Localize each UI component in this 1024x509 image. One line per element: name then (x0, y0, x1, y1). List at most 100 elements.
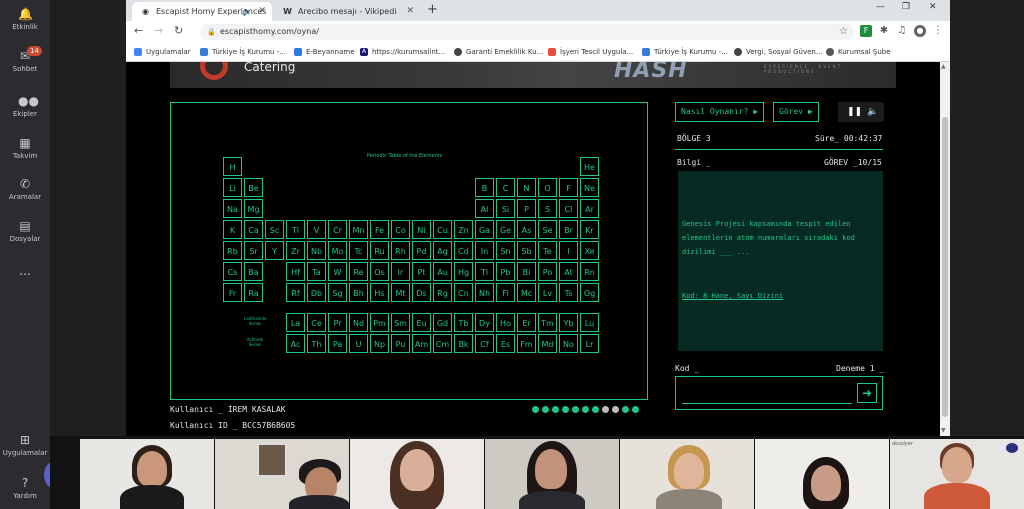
volume-icon[interactable]: 🔈 (867, 102, 878, 122)
bookmark-star-icon[interactable]: ☆ (839, 24, 848, 40)
address-bar[interactable]: 🔒 escapisthomy.com/oyna/ ☆ (200, 24, 854, 40)
mission-button[interactable]: Görev ▶ (773, 102, 819, 122)
element-ta[interactable]: Ta (307, 262, 326, 281)
new-tab-button[interactable]: + (427, 2, 438, 17)
element-cm[interactable]: Cm (433, 334, 452, 353)
element-nh[interactable]: Nh (475, 283, 494, 302)
video-tile[interactable] (215, 439, 349, 509)
element-md[interactable]: Md (538, 334, 557, 353)
element-ru[interactable]: Ru (370, 241, 389, 260)
element-te[interactable]: Te (538, 241, 557, 260)
bookmark-ebeyanname[interactable]: E-Beyanname (294, 46, 355, 58)
element-o[interactable]: O (538, 178, 557, 197)
extensions-puzzle-icon[interactable]: ✱ (878, 25, 890, 37)
bookmark-kurumsal-sube[interactable]: Kurumsal Şube (826, 46, 891, 58)
element-cd[interactable]: Cd (454, 241, 473, 260)
rail-item-help[interactable]: ? Yardım (0, 477, 50, 500)
element-si[interactable]: Si (496, 199, 515, 218)
speaker-icon[interactable]: 🔈 (242, 2, 252, 21)
rail-item-calls[interactable]: ✆ Aramalar (0, 178, 50, 201)
element-th[interactable]: Th (307, 334, 326, 353)
element-zr[interactable]: Zr (286, 241, 305, 260)
element-tl[interactable]: Tl (475, 262, 494, 281)
profile-icon[interactable]: ● (914, 25, 926, 37)
element-p[interactable]: P (517, 199, 536, 218)
element-eu[interactable]: Eu (412, 313, 431, 332)
element-lv[interactable]: Lv (538, 283, 557, 302)
element-la[interactable]: La (286, 313, 305, 332)
element-sc[interactable]: Sc (265, 220, 284, 239)
element-co[interactable]: Co (391, 220, 410, 239)
tab-wikipedia[interactable]: W Arecibo mesajı - Vikipedi ✕ (274, 2, 420, 21)
bookmark-iskur[interactable]: Türkiye İş Kurumu -... (200, 46, 286, 58)
rail-item-activity[interactable]: 🔔 Etkinlik (0, 8, 50, 31)
element-w[interactable]: W (328, 262, 347, 281)
element-np[interactable]: Np (370, 334, 389, 353)
element-db[interactable]: Db (307, 283, 326, 302)
code-input[interactable] (682, 403, 852, 404)
video-tile[interactable] (80, 439, 214, 509)
rail-item-chat[interactable]: ✉ 14 Sohbet (0, 46, 50, 73)
element-s[interactable]: S (538, 199, 557, 218)
element-cl[interactable]: Cl (559, 199, 578, 218)
element-am[interactable]: Am (412, 334, 431, 353)
element-u[interactable]: U (349, 334, 368, 353)
element-sm[interactable]: Sm (391, 313, 410, 332)
element-nd[interactable]: Nd (349, 313, 368, 332)
element-be[interactable]: Be (244, 178, 263, 197)
element-cs[interactable]: Cs (223, 262, 242, 281)
element-bh[interactable]: Bh (349, 283, 368, 302)
element-mn[interactable]: Mn (349, 220, 368, 239)
element-f[interactable]: F (559, 178, 578, 197)
element-cu[interactable]: Cu (433, 220, 452, 239)
element-v[interactable]: V (307, 220, 326, 239)
element-cf[interactable]: Cf (475, 334, 494, 353)
element-i[interactable]: I (559, 241, 578, 260)
element-hf[interactable]: Hf (286, 262, 305, 281)
element-es[interactable]: Es (496, 334, 515, 353)
element-os[interactable]: Os (370, 262, 389, 281)
element-lr[interactable]: Lr (580, 334, 599, 353)
element-tm[interactable]: Tm (538, 313, 557, 332)
video-tile[interactable] (350, 439, 484, 509)
element-ag[interactable]: Ag (433, 241, 452, 260)
element-ar[interactable]: Ar (580, 199, 599, 218)
element-cn[interactable]: Cn (454, 283, 473, 302)
how-to-play-button[interactable]: Nasıl Oynanır? ▶ (675, 102, 764, 122)
forward-icon[interactable]: → (154, 24, 163, 37)
element-rb[interactable]: Rb (223, 241, 242, 260)
element-sg[interactable]: Sg (328, 283, 347, 302)
element-bi[interactable]: Bi (517, 262, 536, 281)
rail-item-files[interactable]: ▤ Dosyalar (0, 220, 50, 243)
element-fm[interactable]: Fm (517, 334, 536, 353)
close-window-icon[interactable]: ✕ (929, 2, 937, 12)
video-tile[interactable] (485, 439, 619, 509)
rail-item-teams[interactable]: ●● Ekipler (0, 95, 50, 118)
element-fr[interactable]: Fr (223, 283, 242, 302)
close-tab-icon[interactable]: ✕ (406, 2, 414, 21)
reload-icon[interactable]: ↻ (174, 24, 183, 37)
element-ac[interactable]: Ac (286, 334, 305, 353)
element-ho[interactable]: Ho (496, 313, 515, 332)
element-no[interactable]: No (559, 334, 578, 353)
element-na[interactable]: Na (223, 199, 242, 218)
scrollbar-thumb[interactable] (942, 117, 948, 417)
element-k[interactable]: K (223, 220, 242, 239)
bookmark-vergi[interactable]: Vergi, Sosyal Güven... (734, 46, 823, 58)
element-mc[interactable]: Mc (517, 283, 536, 302)
element-ce[interactable]: Ce (307, 313, 326, 332)
scroll-up-icon[interactable]: ▲ (941, 63, 946, 70)
element-pb[interactable]: Pb (496, 262, 515, 281)
element-ds[interactable]: Ds (412, 283, 431, 302)
element-pt[interactable]: Pt (412, 262, 431, 281)
element-yb[interactable]: Yb (559, 313, 578, 332)
element-h[interactable]: H (223, 157, 242, 176)
more-apps-button[interactable]: ... (0, 264, 50, 278)
media-control-icon[interactable]: ♫ (896, 25, 908, 37)
element-hg[interactable]: Hg (454, 262, 473, 281)
rail-item-apps[interactable]: ⊞ Uygulamalar (0, 434, 50, 457)
maximize-icon[interactable]: ❐ (902, 2, 910, 12)
element-xe[interactable]: Xe (580, 241, 599, 260)
element-lu[interactable]: Lu (580, 313, 599, 332)
element-br[interactable]: Br (559, 220, 578, 239)
